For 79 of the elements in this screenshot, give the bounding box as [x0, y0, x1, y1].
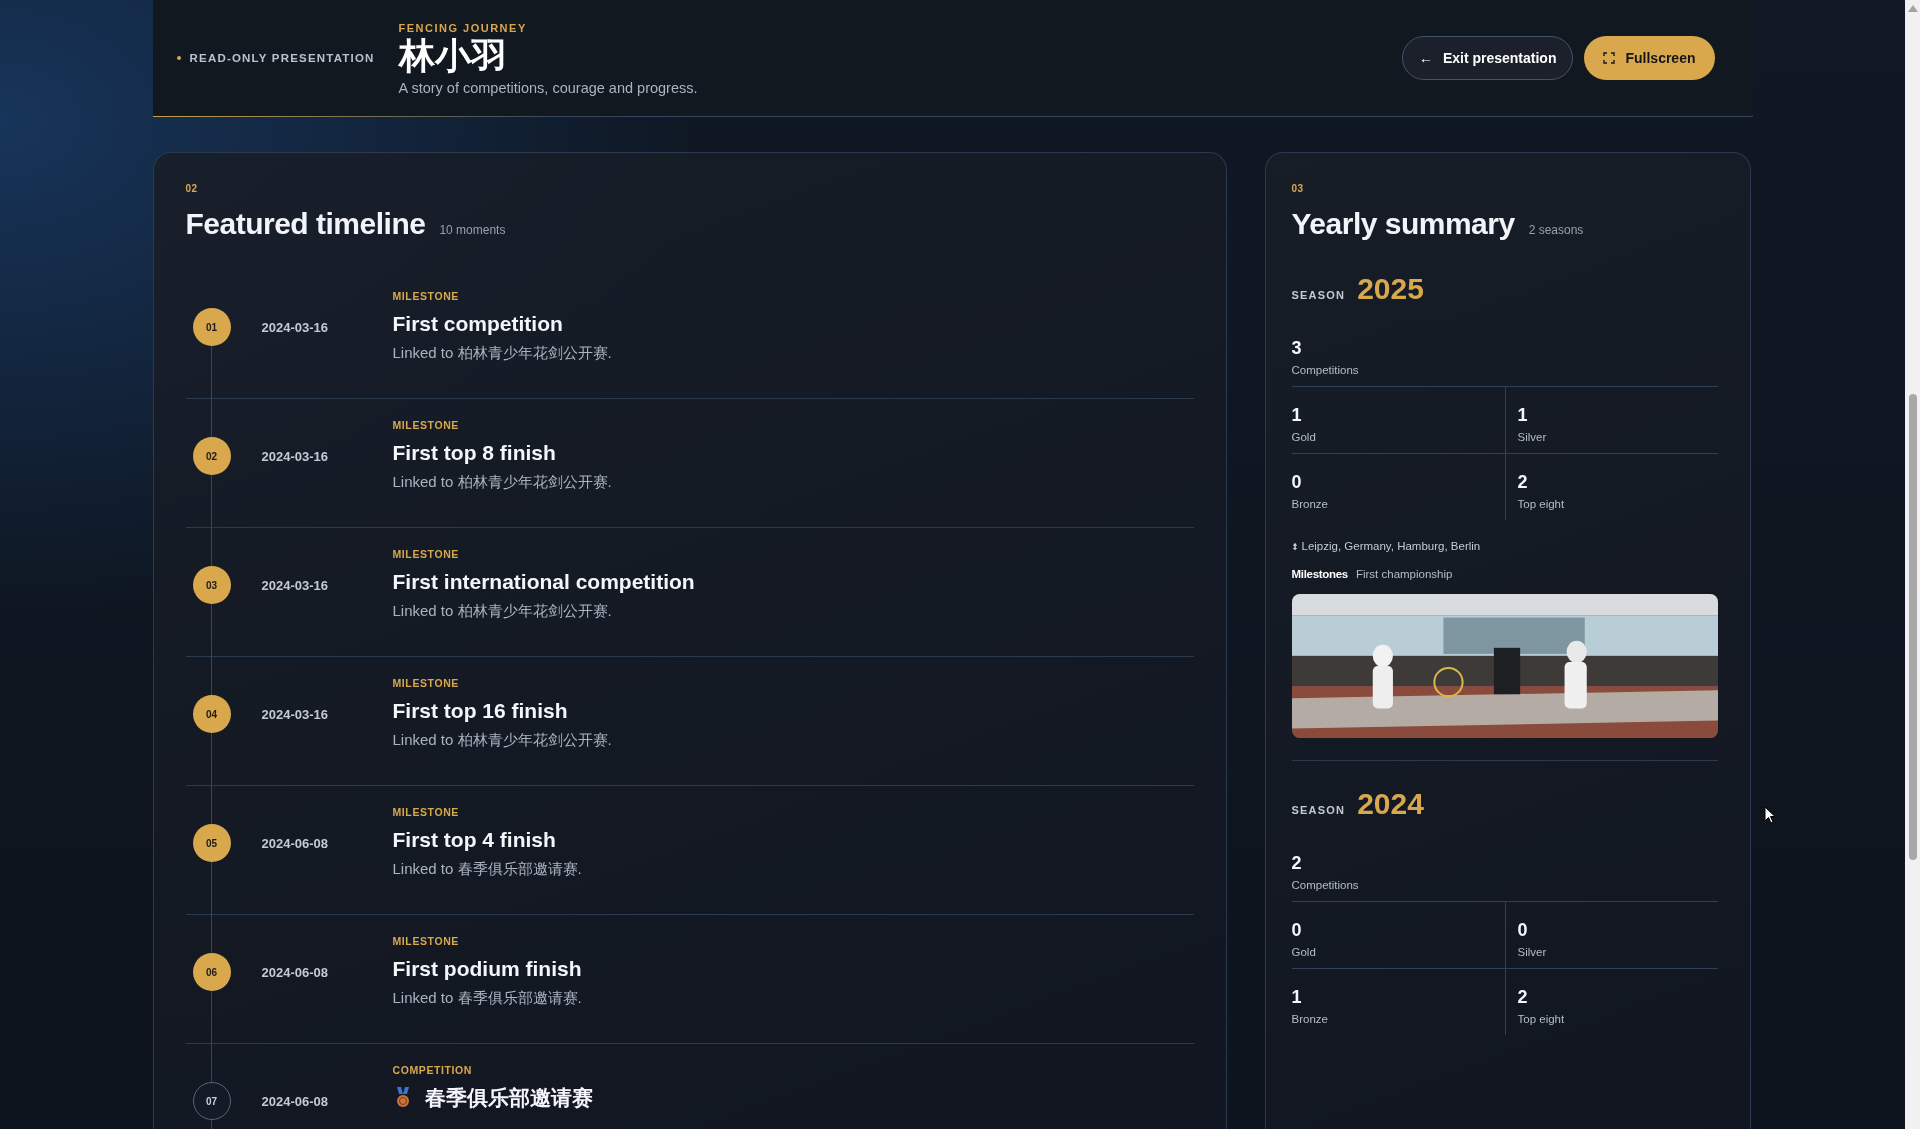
exit-button[interactable]: ← Exit presentation [1401, 36, 1574, 80]
event-date: 2024-03-16 [261, 448, 329, 466]
milestones-text: First championship [1355, 568, 1453, 580]
step-marker: 04 [192, 695, 231, 733]
item-count: 10 moments [439, 223, 506, 237]
season-label: SEASON [1291, 804, 1346, 816]
event-note: Linked to 春季俱乐部邀请赛. [392, 989, 583, 1008]
event-note: Linked to 春季俱乐部邀请赛. [392, 860, 583, 879]
stat-label: Gold [1291, 431, 1317, 443]
stat-value: 2 [1517, 986, 1529, 1009]
event-title: First international competition [392, 569, 695, 595]
tagline: A story of competitions, courage and progress. [398, 80, 699, 96]
event-note: Linked to 柏林青少年花剑公开赛. [392, 473, 613, 492]
stat-label: Silver [1517, 431, 1548, 443]
places-text: Leipzig, Germany, Hamburg, Berlin [1301, 540, 1481, 552]
cursor-icon [1764, 806, 1776, 824]
scrollbar-thumb[interactable] [1908, 394, 1917, 860]
stat-value: 2 [1291, 852, 1303, 875]
event-date: 2024-06-08 [261, 964, 329, 982]
stat-value: 0 [1291, 919, 1303, 942]
step-marker: 06 [192, 953, 231, 991]
event-date: 2024-03-16 [261, 577, 329, 595]
stat-label: Gold [1291, 946, 1317, 958]
stat-label: Competitions [1291, 879, 1360, 891]
item-count: 2 seasons [1528, 223, 1584, 237]
fullscreen-icon [1603, 52, 1616, 64]
event-type: MILESTONE [392, 419, 460, 431]
event-note: Linked to 柏林青少年花剑公开赛. [392, 731, 613, 750]
event-date: 2024-03-16 [261, 319, 329, 337]
event-type: COMPETITION [392, 1064, 473, 1076]
stat-label: Top eight [1517, 498, 1566, 510]
milestones-label: Milestones [1291, 568, 1348, 580]
event-date: 2024-06-08 [261, 1093, 329, 1111]
stat-label: Bronze [1291, 1013, 1329, 1025]
mode-label: READ-ONLY PRESENTATION [189, 52, 375, 64]
event-type: MILESTONE [392, 290, 460, 302]
step-marker: 03 [192, 566, 231, 604]
stat-label: Top eight [1517, 1013, 1566, 1025]
stat-label: Bronze [1291, 498, 1329, 510]
event-date: 2024-03-16 [261, 706, 329, 724]
event-title: First top 16 finish [392, 698, 568, 724]
stat-value: 1 [1291, 986, 1303, 1009]
stat-value: 0 [1291, 471, 1303, 494]
event-date: 2024-06-08 [261, 835, 329, 853]
event-title: First top 8 finish [392, 440, 556, 466]
step-marker: 05 [192, 824, 231, 862]
stat-value: 1 [1517, 404, 1529, 427]
scrollbar[interactable] [1905, 0, 1920, 1129]
stat-label: Competitions [1291, 364, 1360, 376]
event-title: First top 4 finish [392, 827, 556, 853]
section-number: 02 [185, 183, 199, 194]
season-year: 2024 [1357, 787, 1424, 821]
event-type: MILESTONE [392, 548, 460, 560]
section-title: Yearly summary [1291, 206, 1515, 242]
step-marker: 01 [192, 308, 231, 346]
step-marker: 07 [192, 1082, 231, 1120]
stat-label: Silver [1517, 946, 1548, 958]
step-marker: 02 [192, 437, 231, 475]
fullscreen-button[interactable]: Fullscreen [1584, 36, 1715, 80]
stat-value: 2 [1517, 471, 1529, 494]
section-title: Featured timeline [185, 206, 426, 242]
status-dot [176, 56, 181, 60]
event-title: First podium finish [392, 956, 582, 982]
athlete-name: 林小羽 [398, 34, 508, 78]
event-note: Linked to 柏林青少年花剑公开赛. [392, 602, 613, 621]
event-title: 春季俱乐部邀请赛 [424, 1085, 593, 1111]
stat-value: 3 [1291, 337, 1303, 360]
event-type: MILESTONE [392, 935, 460, 947]
season-label: SEASON [1291, 289, 1346, 301]
stat-value: 0 [1517, 919, 1529, 942]
eyebrow-label: FENCING JOURNEY [398, 22, 528, 34]
season-year: 2025 [1357, 272, 1424, 306]
event-note: Linked to 柏林青少年花剑公开赛. [392, 344, 613, 363]
stat-value: 1 [1291, 404, 1303, 427]
event-type: MILESTONE [392, 806, 460, 818]
event-type: MILESTONE [392, 677, 460, 689]
section-number: 03 [1291, 183, 1305, 194]
event-title: First competition [392, 311, 563, 337]
scroll-up-icon[interactable] [1907, 4, 1918, 12]
